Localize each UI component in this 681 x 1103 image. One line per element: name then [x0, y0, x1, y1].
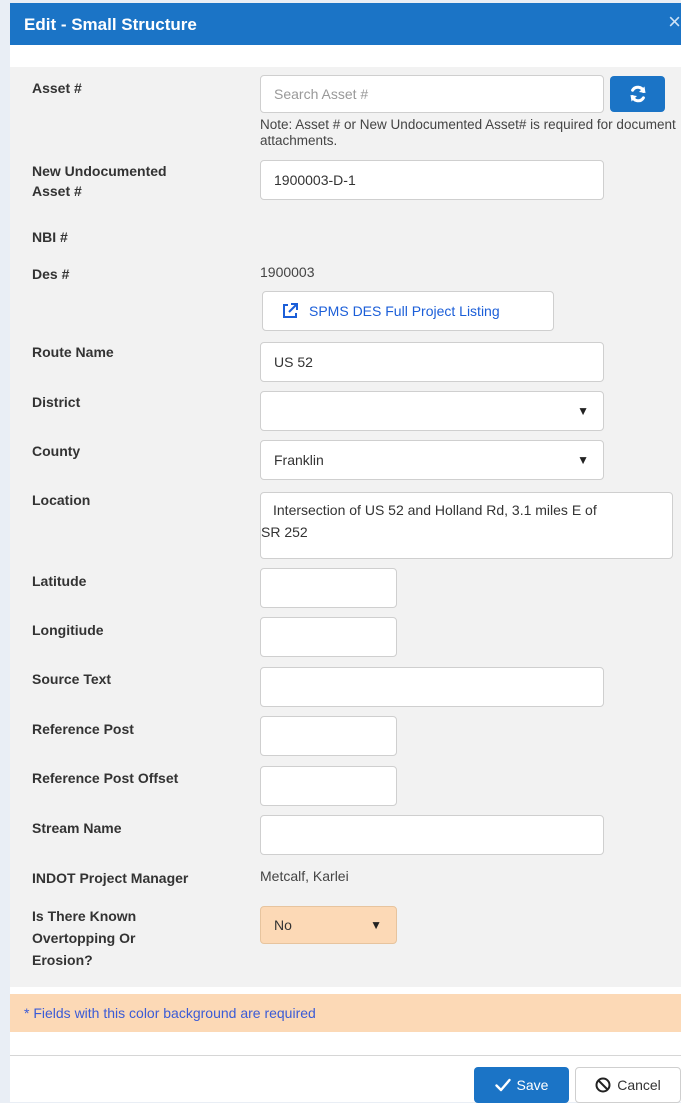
- spms-listing-label: SPMS DES Full Project Listing: [309, 303, 500, 319]
- overtopping-label-line1: Is There Known: [32, 908, 137, 924]
- route-name-input[interactable]: US 52: [260, 342, 604, 382]
- latitude-input[interactable]: [260, 568, 397, 608]
- dialog-title: Edit - Small Structure: [24, 15, 197, 34]
- overtopping-select[interactable]: No ▼: [260, 906, 397, 944]
- longitude-label: Longitiude: [32, 622, 104, 638]
- asset-label: Asset #: [32, 80, 82, 96]
- refresh-icon: [630, 85, 645, 103]
- asset-search-input[interactable]: Search Asset #: [260, 75, 604, 113]
- cancel-label: Cancel: [617, 1077, 661, 1093]
- new-undocumented-label-line1: New Undocumented: [32, 163, 167, 179]
- source-text-input[interactable]: [260, 667, 604, 707]
- new-undocumented-label-line2: Asset #: [32, 183, 82, 199]
- overtopping-label: Is There Known Overtopping Or Erosion?: [32, 905, 136, 971]
- chevron-down-icon: ▼: [577, 453, 589, 467]
- chevron-down-icon: ▼: [370, 918, 382, 932]
- des-label: Des #: [32, 266, 70, 282]
- location-textarea[interactable]: Intersection of US 52 and Holland Rd, 3.…: [260, 492, 673, 559]
- save-label: Save: [516, 1077, 549, 1093]
- new-undocumented-input[interactable]: 1900003-D-1: [260, 160, 604, 200]
- location-value-line2: SR 252: [261, 524, 308, 540]
- ban-icon: [595, 1077, 611, 1093]
- checkmark-icon: [494, 1078, 511, 1092]
- district-select[interactable]: ▼: [260, 391, 604, 431]
- district-label: District: [32, 394, 81, 410]
- dialog-titlebar: Edit - Small Structure ×: [10, 3, 681, 45]
- location-label: Location: [32, 492, 91, 508]
- cancel-button[interactable]: Cancel: [575, 1067, 681, 1103]
- asset-note: Note: Asset # or New Undocumented Asset#…: [260, 117, 676, 148]
- latitude-label: Latitude: [32, 573, 87, 589]
- asset-search-placeholder: Search Asset #: [274, 86, 369, 102]
- source-text-label: Source Text: [32, 671, 112, 687]
- required-fields-note: * Fields with this color background are …: [10, 994, 681, 1032]
- route-name-label: Route Name: [32, 344, 114, 360]
- county-select[interactable]: Franklin ▼: [260, 440, 604, 480]
- close-icon[interactable]: ×: [668, 11, 681, 33]
- save-button[interactable]: Save: [474, 1067, 569, 1103]
- overtopping-label-line2: Overtopping Or: [32, 930, 136, 946]
- reference-post-input[interactable]: [260, 716, 397, 756]
- stream-name-label: Stream Name: [32, 820, 122, 836]
- county-label: County: [32, 443, 81, 459]
- stream-name-input[interactable]: [260, 815, 604, 855]
- external-link-icon: [283, 303, 298, 318]
- edit-dialog: Edit - Small Structure × Asset # Search …: [10, 3, 681, 1103]
- nbi-label: NBI #: [32, 229, 68, 245]
- reference-post-offset-input[interactable]: [260, 766, 397, 806]
- spms-listing-button[interactable]: SPMS DES Full Project Listing: [262, 291, 554, 331]
- refresh-button[interactable]: [610, 76, 665, 112]
- reference-post-label: Reference Post: [32, 721, 134, 737]
- new-undocumented-label: New Undocumented Asset #: [32, 161, 167, 201]
- project-manager-label: INDOT Project Manager: [32, 870, 189, 886]
- footer-divider: [10, 1055, 681, 1056]
- chevron-down-icon: ▼: [577, 404, 589, 418]
- overtopping-label-line3: Erosion?: [32, 952, 93, 968]
- new-undocumented-value: 1900003-D-1: [274, 172, 356, 188]
- reference-post-offset-label: Reference Post Offset: [32, 770, 179, 786]
- longitude-input[interactable]: [260, 617, 397, 657]
- location-value-line1: Intersection of US 52 and Holland Rd, 3.…: [273, 502, 597, 518]
- des-value: 1900003: [260, 264, 315, 280]
- county-value: Franklin: [274, 452, 324, 468]
- overtopping-value: No: [274, 917, 292, 933]
- project-manager-value: Metcalf, Karlei: [260, 868, 349, 884]
- route-name-value: US 52: [274, 354, 313, 370]
